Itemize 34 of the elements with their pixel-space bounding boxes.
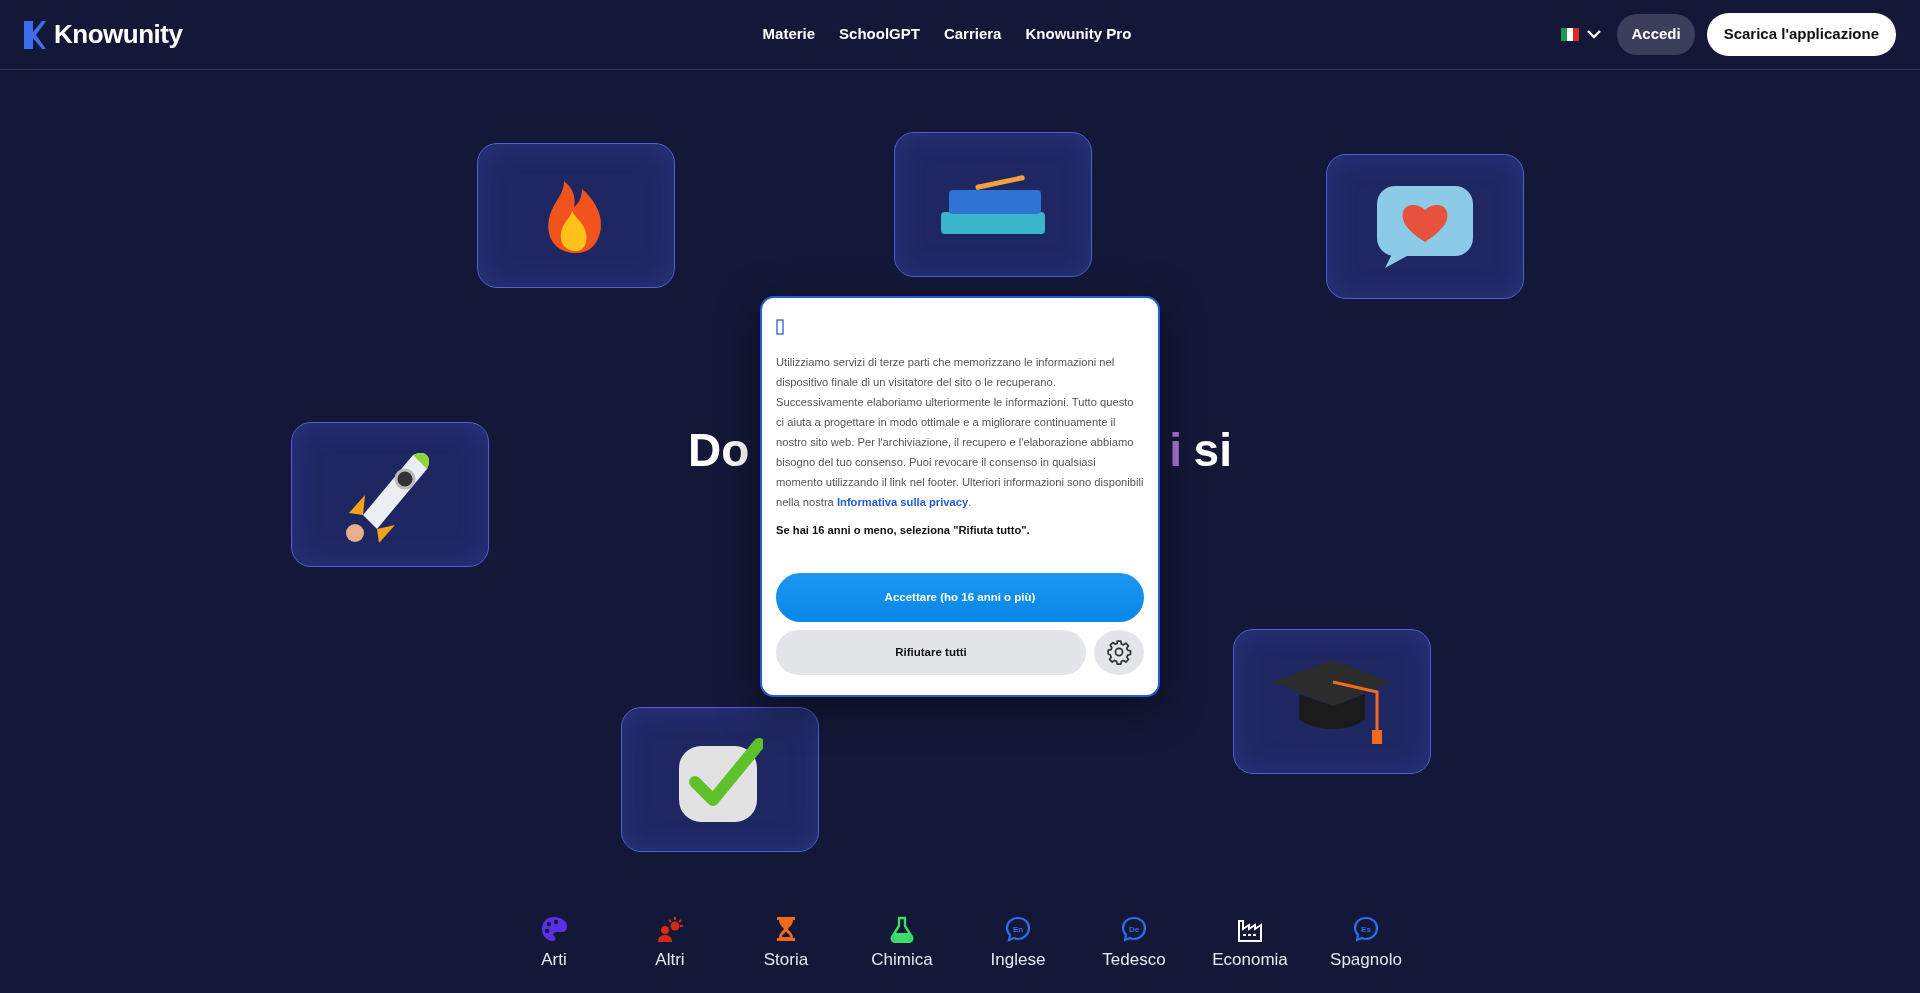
nav-link[interactable]: SchoolGPT (839, 23, 920, 46)
settings-button[interactable] (1094, 629, 1144, 675)
download-app-button[interactable]: Scarica l'applicazione (1706, 13, 1896, 56)
subject-link[interactable]: Spagnolo (1330, 947, 1402, 973)
nav-link[interactable]: Carriera (943, 23, 1002, 46)
people-icon[interactable] (656, 915, 684, 943)
subject-link[interactable]: Inglese (990, 947, 1046, 973)
privacy-link[interactable]: Informativa sulla privacy (836, 496, 969, 508)
missing-glyph-icon (776, 318, 785, 335)
flask-icon[interactable] (888, 915, 916, 943)
speech-bubble-icon[interactable]: En (1004, 915, 1032, 943)
flag-icon[interactable] (1561, 28, 1580, 41)
subject-link[interactable]: Economia (1212, 947, 1288, 973)
nav-link[interactable]: Materie (762, 23, 816, 46)
login-button[interactable]: Accedi (1617, 14, 1695, 55)
chevron-down-icon[interactable] (1587, 30, 1602, 39)
speech-bubble-icon[interactable]: Es (1352, 915, 1380, 943)
heading-text: Do (688, 423, 750, 478)
nav-link[interactable]: Knowunity Pro (1025, 23, 1132, 46)
heading-text: i (1169, 423, 1183, 478)
age-notice: Se hai 16 anni o meno, seleziona "Rifiuta tutto". (776, 523, 1031, 538)
speech-bubble-icon[interactable]: De (1120, 915, 1148, 943)
subject-link[interactable]: Arti (541, 947, 567, 973)
heading-text: si (1193, 423, 1232, 478)
palette-icon[interactable] (540, 915, 568, 943)
subject-link[interactable]: Tedesco (1102, 947, 1166, 973)
gear-icon (1106, 639, 1132, 666)
logo-icon (24, 20, 46, 49)
brand-name[interactable]: Knowunity (54, 15, 183, 54)
consent-text: Utilizziamo servizi di terze parti che memorizzano le informazioni nel dispositivo finale di un visitatore del sito o le recuperano. Successivamente elaboriamo ulteriormente le informazioni. Tutto questo ci aiuta a progettare in modo ottimale e a migliorare continuamente il nostro sito web. Per l'archiviazione, il recupero e l'elaborazione abbiamo bisogno del tuo consenso. Puoi revocare il consenso in qualsiasi momento utilizzando il link nel footer. Ulteriori informazioni sono disponibili nella nostra Informativa sulla privacy. (776, 355, 1144, 510)
reject-button[interactable]: Rifiutare tutti (776, 629, 1086, 675)
subject-link[interactable]: Chimica (871, 947, 933, 973)
subject-link[interactable]: Altri (655, 947, 685, 973)
subject-link[interactable]: Storia (763, 947, 809, 973)
